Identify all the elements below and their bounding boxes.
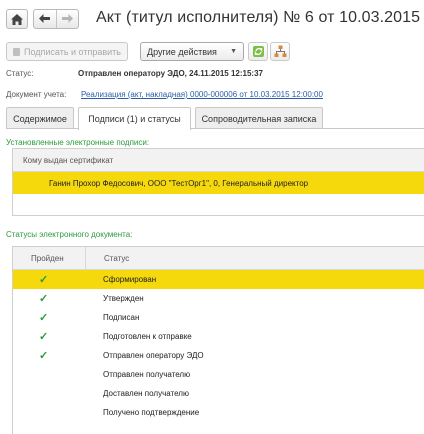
tab-signatures-statuses[interactable]: Подписи (1) и статусы	[78, 107, 191, 130]
tab-cover-note[interactable]: Сопроводительная записка	[195, 107, 323, 129]
status-cell: Отправлен получателю	[103, 370, 191, 379]
tab-divider	[6, 128, 424, 129]
status-row[interactable]: ✓ Подготовлен к отправке	[13, 327, 424, 346]
forward-button[interactable]	[56, 12, 78, 26]
certificate-column-header[interactable]: Кому выдан сертификат	[13, 149, 424, 172]
statuses-header: Пройден Статус	[13, 247, 424, 270]
signatures-table: Кому выдан сертификат Ганин Прохор Федос…	[12, 148, 424, 216]
status-cell: Подготовлен к отправке	[103, 332, 192, 341]
status-cell: Утвержден	[103, 294, 144, 303]
refresh-icon	[252, 46, 264, 57]
arrow-left-icon	[39, 14, 51, 23]
status-row[interactable]: ✓ Утвержден	[13, 289, 424, 308]
status-cell: Сформирован	[103, 275, 157, 284]
title-bar: Акт (титул исполнителя) № 6 от 10.03.201…	[0, 0, 424, 38]
sign-and-send-button[interactable]: Подписать и отправить	[6, 42, 128, 61]
document-label: Документ учета:	[6, 90, 67, 99]
checkmark-icon: ✓	[39, 293, 49, 305]
status-row[interactable]: ✓ Отправлен оператору ЭДО	[13, 346, 424, 365]
tab-content[interactable]: Содержимое	[6, 107, 74, 129]
checkmark-icon: ✓	[39, 331, 49, 343]
tab-bar: Содержимое Подписи (1) и статусы Сопрово…	[6, 107, 424, 130]
status-cell: Получено подтверждение	[103, 408, 200, 417]
status-cell: Подписан	[103, 313, 140, 322]
command-bar: Подписать и отправить Другие действия ▼	[0, 40, 424, 62]
page-title: Акт (титул исполнителя) № 6 от 10.03.201…	[96, 9, 421, 26]
status-row[interactable]: ✓ Сформирован	[13, 270, 424, 289]
sign-and-send-label: Подписать и отправить	[23, 46, 121, 57]
status-label: Статус:	[6, 69, 34, 78]
status-cell: Доставлен получателю	[103, 389, 189, 398]
status-cell: Отправлен оператору ЭДО	[103, 351, 204, 360]
chevron-down-icon: ▼	[230, 48, 237, 55]
refresh-button[interactable]	[248, 42, 268, 61]
other-actions-label: Другие действия	[147, 46, 217, 57]
back-button[interactable]	[34, 12, 56, 26]
checkmark-icon: ✓	[39, 274, 49, 286]
other-actions-button[interactable]: Другие действия ▼	[140, 42, 244, 61]
signature-icon	[13, 47, 20, 56]
structure-button[interactable]	[270, 42, 290, 61]
status-rows: ✓ Сформирован ✓ Утвержден ✓ Подписан ✓ Подготов…	[13, 270, 424, 422]
document-link[interactable]: Реализация (акт, накладная) 0000-000006 …	[81, 90, 323, 99]
passed-column-header[interactable]: Пройден	[13, 254, 85, 263]
home-icon	[11, 13, 23, 25]
status-row[interactable]: ✓ Подписан	[13, 308, 424, 327]
status-column-header[interactable]: Статус	[85, 247, 424, 269]
status-row[interactable]: Доставлен получателю	[13, 384, 424, 403]
statuses-table: Пройден Статус ✓ Сформирован ✓ Утвержден ✓ По…	[12, 246, 424, 434]
history-nav	[33, 9, 79, 29]
checkmark-icon: ✓	[39, 350, 49, 362]
arrow-right-icon	[61, 14, 73, 23]
signature-row[interactable]: Ганин Прохор Федосович, ООО "ТестОрг1", …	[13, 172, 424, 194]
checkmark-icon: ✓	[39, 312, 49, 324]
hierarchy-icon	[274, 45, 286, 57]
home-button[interactable]	[6, 9, 28, 29]
statuses-section-title: Статусы электронного документа:	[6, 230, 133, 239]
status-row[interactable]: Получено подтверждение	[13, 403, 424, 422]
signatures-section-title: Установленные электронные подписи:	[6, 138, 150, 147]
status-row[interactable]: Отправлен получателю	[13, 365, 424, 384]
status-value: Отправлен оператору ЭДО, 24.11.2015 12:1…	[78, 69, 263, 78]
